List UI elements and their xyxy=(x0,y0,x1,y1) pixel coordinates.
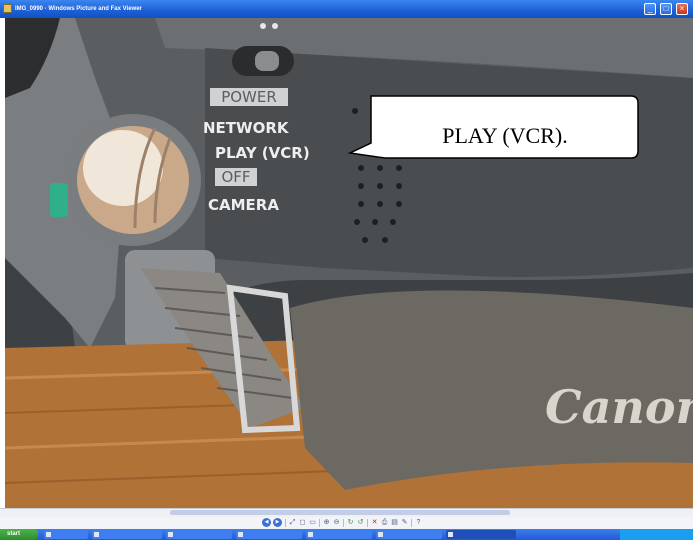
title-bar[interactable]: IMG_0990 - Windows Picture and Fax Viewe… xyxy=(0,0,693,18)
system-tray xyxy=(620,529,693,540)
toolbar-separator xyxy=(367,519,368,527)
dial-label-play: PLAY (VCR) xyxy=(215,144,310,162)
actual-size-button[interactable]: ◻ xyxy=(298,518,307,527)
viewer-toolbar: ◀ ▶ ⤢ ◻ ▭ ⊕ ⊖ ↻ ↺ ✕ ⎙ ▤ ✎ ? xyxy=(0,517,693,529)
taskbar: start xyxy=(0,529,693,540)
dial-label-power: POWER xyxy=(221,88,277,106)
taskbar-task-active[interactable] xyxy=(446,530,516,539)
image-viewport[interactable]: POWER NETWORK PLAY (VCR) OFF CAMERA Cano… xyxy=(5,18,693,508)
scrollbar-thumb[interactable] xyxy=(170,510,510,515)
taskbar-task[interactable] xyxy=(376,530,442,539)
help-button[interactable]: ? xyxy=(414,518,423,527)
toolbar-separator xyxy=(343,519,344,527)
taskbar-quick-launch[interactable] xyxy=(44,530,88,539)
next-image-icon: ▶ xyxy=(275,519,280,525)
edit-button[interactable]: ✎ xyxy=(400,518,409,527)
rotate-counterclockwise-icon: ↺ xyxy=(357,519,364,526)
callout-text: PLAY (VCR). xyxy=(442,123,568,148)
start-button[interactable]: start xyxy=(0,529,38,540)
document-icon xyxy=(308,532,313,537)
taskbar-task[interactable] xyxy=(306,530,372,539)
horizontal-scrollbar[interactable] xyxy=(0,508,693,517)
previous-image-button[interactable]: ◀ xyxy=(262,518,271,527)
previous-image-icon: ◀ xyxy=(264,519,269,525)
slideshow-button[interactable]: ▭ xyxy=(308,518,317,527)
taskbar-task[interactable] xyxy=(236,530,302,539)
dial-label-network: NETWORK xyxy=(203,119,290,137)
taskbar-task[interactable] xyxy=(92,530,162,539)
picture-viewer-icon xyxy=(3,4,12,13)
taskbar-task[interactable] xyxy=(166,530,232,539)
document-icon xyxy=(238,532,243,537)
copy-to-icon: ▤ xyxy=(391,519,398,526)
rotate-clockwise-icon: ↻ xyxy=(347,519,354,526)
copy-to-button[interactable]: ▤ xyxy=(390,518,399,527)
toolbar-separator xyxy=(411,519,412,527)
maximize-button[interactable]: □ xyxy=(660,3,672,15)
help-icon: ? xyxy=(416,519,421,526)
zoom-in-button[interactable]: ⊕ xyxy=(322,518,331,527)
zoom-out-icon: ⊖ xyxy=(333,519,340,526)
camcorder-photo: POWER NETWORK PLAY (VCR) OFF CAMERA Cano… xyxy=(5,18,693,508)
rotate-counterclockwise-button[interactable]: ↺ xyxy=(356,518,365,527)
folder-icon xyxy=(94,532,99,537)
dial-label-camera: CAMERA xyxy=(208,196,279,214)
toolbar-separator xyxy=(285,519,286,527)
close-button[interactable]: × xyxy=(676,3,688,15)
edit-icon: ✎ xyxy=(401,519,408,526)
strap-brand-text: Canon xyxy=(545,380,693,434)
document-icon xyxy=(168,532,173,537)
rotate-clockwise-button[interactable]: ↻ xyxy=(346,518,355,527)
delete-button[interactable]: ✕ xyxy=(370,518,379,527)
dial-label-off: OFF xyxy=(221,168,250,186)
browser-icon xyxy=(378,532,383,537)
window-title: IMG_0990 - Windows Picture and Fax Viewe… xyxy=(15,6,142,12)
best-fit-icon: ⤢ xyxy=(289,519,296,526)
actual-size-icon: ◻ xyxy=(299,519,306,526)
print-button[interactable]: ⎙ xyxy=(380,518,389,527)
next-image-button[interactable]: ▶ xyxy=(273,518,282,527)
slideshow-icon: ▭ xyxy=(309,519,316,526)
print-icon: ⎙ xyxy=(381,519,388,526)
best-fit-button[interactable]: ⤢ xyxy=(288,518,297,527)
zoom-out-button[interactable]: ⊖ xyxy=(332,518,341,527)
picture-viewer-icon xyxy=(448,532,453,537)
minimize-button[interactable]: _ xyxy=(644,3,656,15)
zoom-in-icon: ⊕ xyxy=(323,519,330,526)
quick-launch-icon xyxy=(46,532,51,537)
delete-icon: ✕ xyxy=(371,519,378,526)
toolbar-separator xyxy=(319,519,320,527)
